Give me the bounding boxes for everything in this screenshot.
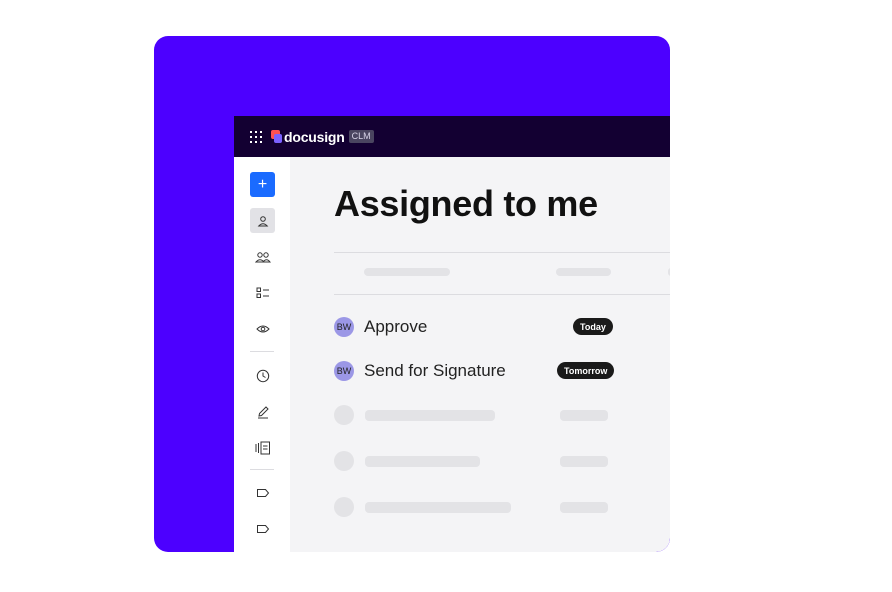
task-row[interactable]: BW Send for Signature Tomorrow [334, 359, 670, 383]
sidebar-item-team[interactable] [250, 244, 275, 269]
task-name[interactable]: Approve [364, 317, 427, 337]
clock-icon [256, 369, 269, 382]
loading-avatar-placeholder [334, 451, 354, 471]
sidebar-item-signing[interactable] [250, 399, 275, 424]
due-date-badge: Today [573, 318, 613, 335]
column-header-placeholder [668, 268, 670, 276]
sidebar-item-watching[interactable] [250, 316, 275, 341]
loading-row-placeholder [365, 410, 495, 421]
people-icon [254, 251, 271, 262]
page-title: Assigned to me [334, 183, 598, 224]
sidebar-item-tag-1[interactable] [250, 480, 275, 505]
loading-avatar-placeholder [334, 497, 354, 517]
documents-icon [255, 441, 270, 454]
avatar: BW [334, 317, 354, 337]
top-navigation-bar: docusign CLM [234, 116, 670, 157]
avatar: BW [334, 361, 354, 381]
tag-icon [256, 488, 269, 497]
product-badge: CLM [348, 130, 374, 143]
sidebar-divider [250, 469, 274, 470]
sidebar-item-documents[interactable] [250, 435, 275, 460]
sidebar-divider [250, 351, 274, 352]
loading-row-placeholder [365, 502, 511, 513]
eye-icon [255, 325, 270, 332]
table-header-divider [334, 294, 670, 295]
loading-row-placeholder [560, 456, 608, 467]
task-name[interactable]: Send for Signature [364, 361, 506, 381]
sidebar-item-history[interactable] [250, 363, 275, 388]
pen-icon [257, 405, 269, 418]
table-top-divider [334, 252, 670, 253]
sidebar-item-assigned-to-me[interactable] [250, 208, 275, 233]
loading-row-placeholder [560, 410, 608, 421]
loading-avatar-placeholder [334, 405, 354, 425]
sidebar-item-tag-2[interactable] [250, 516, 275, 541]
app-window: docusign CLM + Assigned to me BW Approve… [234, 116, 670, 552]
column-header-placeholder [556, 268, 611, 276]
sidebar: + [234, 157, 290, 552]
hero-background-card: docusign CLM + Assigned to me BW Approve… [154, 36, 670, 552]
main-content: Assigned to me BW Approve Today BW Send … [290, 157, 670, 552]
column-header-placeholder [364, 268, 450, 276]
loading-row-placeholder [560, 502, 608, 513]
app-launcher-icon[interactable] [250, 130, 262, 143]
loading-row-placeholder [365, 456, 480, 467]
person-icon [257, 215, 268, 226]
brand-name[interactable]: docusign [284, 129, 345, 145]
task-row[interactable]: BW Approve Today [334, 315, 670, 339]
docusign-logo-icon [271, 130, 282, 143]
due-date-badge: Tomorrow [557, 362, 615, 379]
sidebar-item-tasks[interactable] [250, 280, 275, 305]
tag-icon [256, 524, 269, 533]
create-new-button[interactable]: + [250, 172, 275, 197]
checklist-icon [256, 287, 269, 298]
